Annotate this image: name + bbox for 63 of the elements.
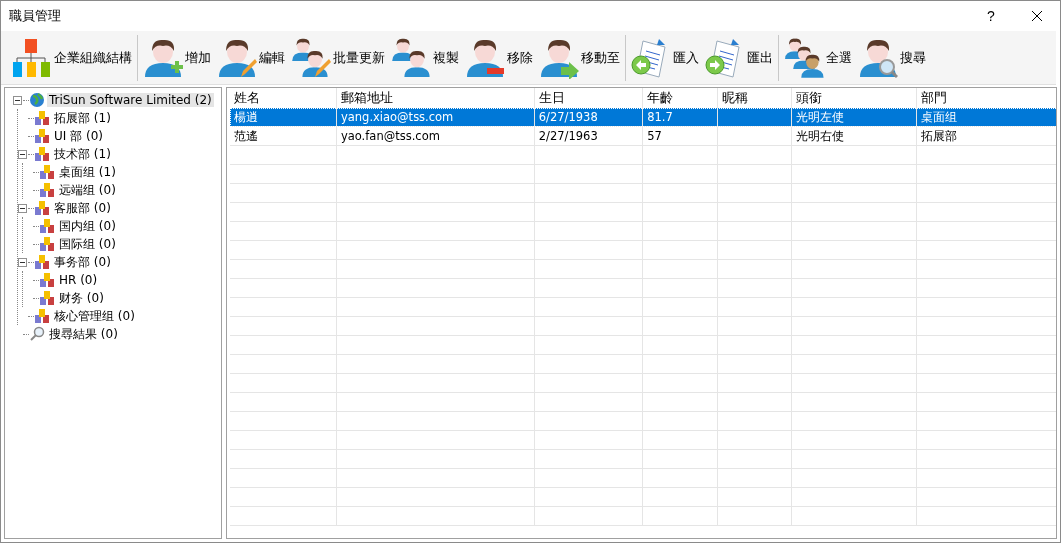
table-cell: 楊逍 xyxy=(230,108,337,127)
user-group-icon xyxy=(784,36,824,79)
tree-item[interactable]: 国内组 (0) xyxy=(57,217,118,235)
users-icon xyxy=(391,36,431,79)
group-icon xyxy=(39,164,55,180)
group-icon xyxy=(34,200,50,216)
table-cell: 81.7 xyxy=(642,108,717,127)
org-chart-icon xyxy=(12,36,52,79)
group-icon xyxy=(39,290,55,306)
table-cell: 6/27/1938 xyxy=(534,108,643,127)
group-icon xyxy=(34,110,50,126)
magnifier-icon xyxy=(29,326,45,342)
toolbar-button[interactable]: 匯出 xyxy=(702,32,776,83)
expander-icon[interactable] xyxy=(18,149,27,159)
expander-icon[interactable] xyxy=(18,203,27,213)
toolbar-button[interactable]: 企業組織結構 xyxy=(9,32,135,83)
toolbar-button[interactable]: 全選 xyxy=(781,32,855,83)
tree-item[interactable]: 事务部 (0) xyxy=(52,253,113,271)
group-icon xyxy=(34,128,50,144)
window-title: 職員管理 xyxy=(9,7,62,25)
tree-item[interactable]: 技术部 (1) xyxy=(52,145,113,163)
tree-item[interactable]: HR (0) xyxy=(57,273,100,287)
table-cell: 拓展部 xyxy=(916,126,1056,146)
group-icon xyxy=(34,146,50,162)
tree-item[interactable]: 搜尋結果 (0) xyxy=(47,325,120,343)
tree-item[interactable]: 远端组 (0) xyxy=(57,181,118,199)
group-icon xyxy=(39,272,55,288)
group-icon xyxy=(34,308,50,324)
globe-icon xyxy=(29,92,45,108)
table-cell: 桌面组 xyxy=(916,108,1056,127)
help-button[interactable]: ? xyxy=(968,1,1014,31)
group-icon xyxy=(39,236,55,252)
group-icon xyxy=(39,218,55,234)
table-cell: 2/27/1963 xyxy=(534,126,643,146)
toolbar-button[interactable]: 移除 xyxy=(462,32,536,83)
tree-item[interactable]: 桌面组 (1) xyxy=(57,163,118,181)
table-cell: 范遙 xyxy=(230,126,337,146)
toolbar-button[interactable]: 複製 xyxy=(388,32,462,83)
tree-item[interactable]: 财务 (0) xyxy=(57,289,106,307)
toolbar-button[interactable]: 搜尋 xyxy=(855,32,929,83)
tree-item[interactable]: 国际组 (0) xyxy=(57,235,118,253)
tree-item[interactable]: 客服部 (0) xyxy=(52,199,113,217)
close-icon xyxy=(1031,10,1043,22)
table-cell: yao.fan@tss.com xyxy=(336,126,535,146)
toolbar-button[interactable]: 編輯 xyxy=(214,32,288,83)
tree-item[interactable]: TriSun Software Limited (2) xyxy=(47,93,214,107)
toolbar-button[interactable]: 移動至 xyxy=(536,32,623,83)
group-icon xyxy=(34,254,50,270)
table-cell: 光明左使 xyxy=(791,108,917,127)
edit-users-icon xyxy=(291,36,331,79)
tree-item[interactable]: 核心管理组 (0) xyxy=(52,307,137,325)
expander-icon[interactable] xyxy=(13,95,22,105)
tree-item[interactable]: 拓展部 (1) xyxy=(52,109,113,127)
table-cell: yang.xiao@tss.com xyxy=(336,108,535,127)
expander-icon[interactable] xyxy=(18,257,27,267)
table-cell: 57 xyxy=(642,126,717,146)
tree-item[interactable]: UI 部 (0) xyxy=(52,127,105,145)
table-cell: 光明右使 xyxy=(791,126,917,146)
group-icon xyxy=(39,182,55,198)
table-row[interactable]: 楊逍 yang.xiao@tss.com 6/27/1938 81.7 光明左使 桌面组 xyxy=(230,108,1056,127)
toolbar-button[interactable]: 匯入 xyxy=(628,32,702,83)
toolbar-button[interactable]: 增加 xyxy=(140,32,214,83)
toolbar-button[interactable]: 批量更新 xyxy=(288,32,388,83)
